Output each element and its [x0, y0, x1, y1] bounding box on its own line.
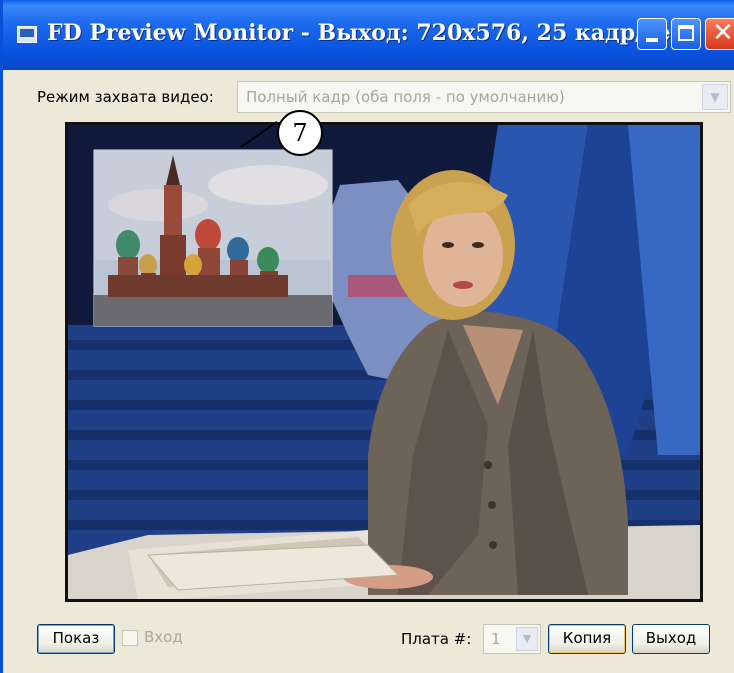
minimize-button[interactable]: [637, 18, 667, 50]
board-number-value: 1: [491, 630, 501, 648]
board-number-label: Плата #:: [401, 630, 472, 648]
app-window-icon: [17, 26, 37, 43]
board-number-select[interactable]: 1 ▼: [483, 624, 541, 654]
title-bar[interactable]: FD Preview Monitor - Выход: 720x576, 25 …: [3, 0, 734, 70]
input-checkbox-label: Вход: [144, 628, 183, 646]
copy-button[interactable]: Копия: [548, 624, 626, 654]
window-title: FD Preview Monitor - Выход: 720x576, 25 …: [47, 20, 687, 46]
capture-mode-value: Полный кадр (оба поля - по умолчанию): [246, 88, 565, 106]
cathedral-picture: [93, 149, 333, 327]
close-button[interactable]: ✕: [705, 18, 734, 50]
video-preview: [65, 122, 703, 602]
chevron-down-icon[interactable]: ▼: [516, 627, 538, 651]
callout-marker: 7: [277, 110, 323, 156]
input-checkbox[interactable]: [122, 630, 138, 646]
close-icon: ✕: [712, 18, 734, 48]
news-anchor-scene: [68, 125, 700, 599]
show-button[interactable]: Показ: [37, 624, 115, 654]
capture-mode-label: Режим захвата видео:: [37, 88, 214, 106]
maximize-button[interactable]: [671, 18, 701, 50]
capture-mode-select[interactable]: Полный кадр (оба поля - по умолчанию) ▼: [237, 81, 731, 113]
chevron-down-icon[interactable]: ▼: [702, 84, 728, 110]
exit-button[interactable]: Выход: [632, 624, 710, 654]
preview-monitor-window: FD Preview Monitor - Выход: 720x576, 25 …: [0, 0, 734, 673]
